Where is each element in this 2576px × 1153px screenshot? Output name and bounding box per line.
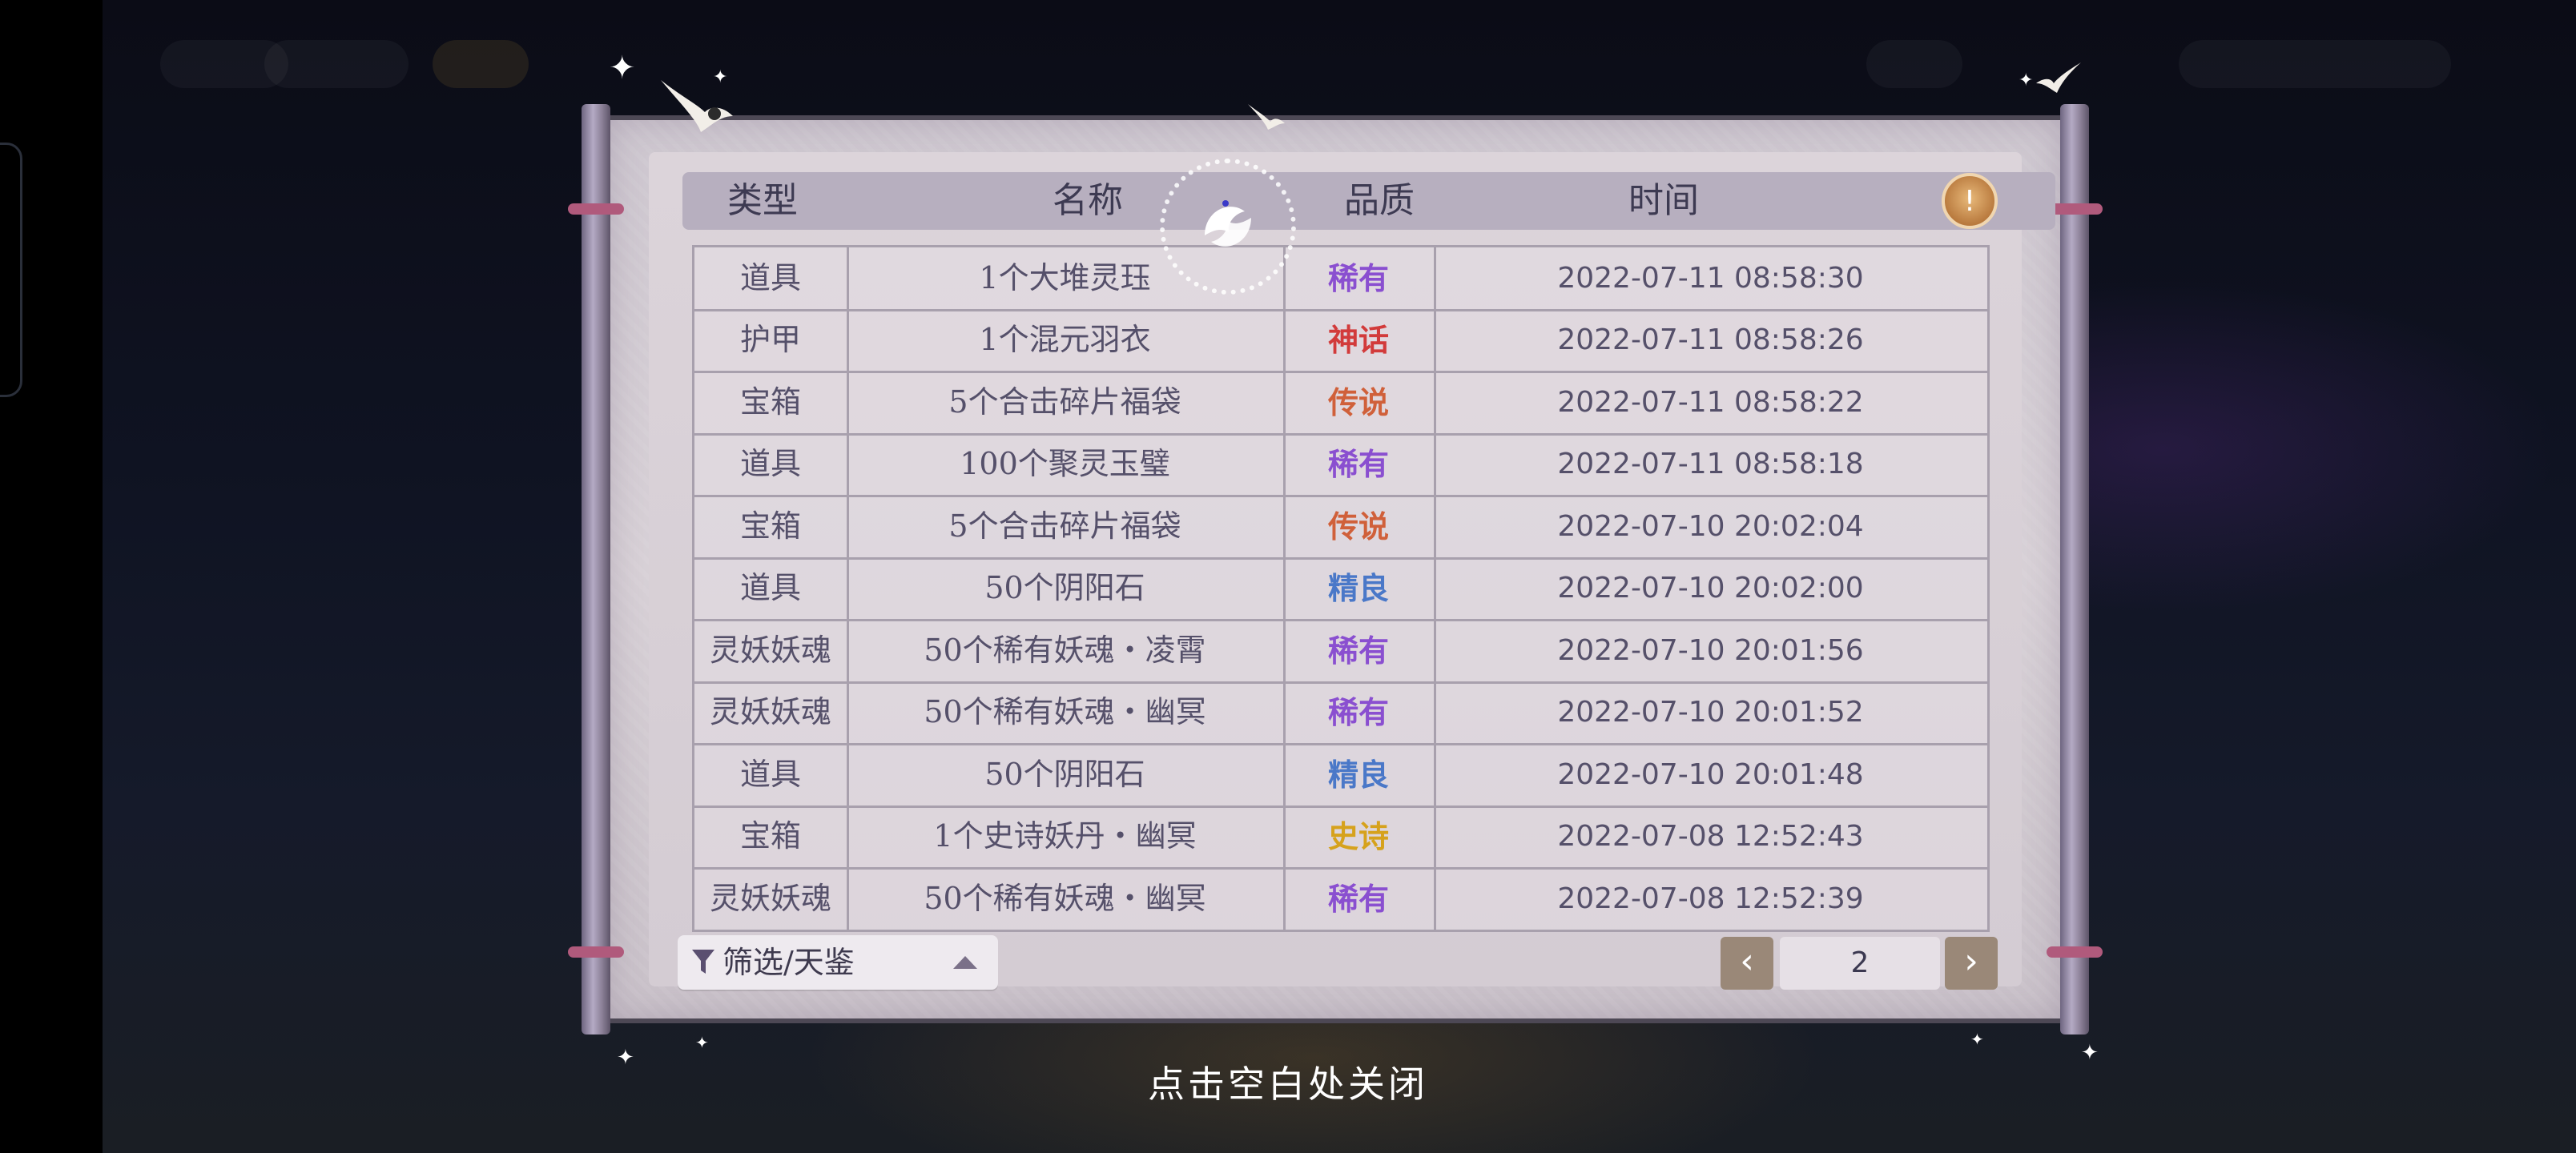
top-blur-5: [2179, 40, 2451, 88]
cell-quality: 精良: [1327, 570, 1389, 607]
cell-name: 50个稀有妖魂・凌霄: [924, 632, 1206, 668]
bird-icon: [2036, 62, 2081, 93]
cell-quality: 稀有: [1327, 260, 1389, 296]
table-row: 宝箱 5个合击碎片福袋 传说 2022-07-11 08:58:22: [694, 372, 1987, 436]
filter-button[interactable]: 筛选/天鉴: [678, 935, 998, 990]
game-screen[interactable]: 类型 名称 品质 时间 ! 道具 1个大堆灵珏 稀有 2022-07-11 08:58…: [0, 0, 2576, 1153]
header-type: 类型: [727, 180, 798, 221]
left-edge-bar: [0, 0, 103, 1153]
side-handle[interactable]: [0, 143, 22, 397]
chevron-up-icon: [953, 956, 977, 969]
sparkle-icon: ✦: [695, 1033, 709, 1052]
bird-icon: [1248, 104, 1285, 130]
cell-time: 2022-07-10 20:01:52: [1557, 696, 1864, 729]
cell-quality: 稀有: [1327, 632, 1389, 669]
cell-quality: 精良: [1327, 756, 1389, 793]
scroll-rod-left: [568, 104, 624, 1034]
cell-name: 5个合击碎片福袋: [948, 384, 1181, 420]
cell-quality: 神话: [1327, 322, 1389, 359]
cell-name: 1个混元羽衣: [979, 322, 1151, 358]
header-quality: 品质: [1344, 180, 1415, 221]
table-row: 道具 1个大堆灵珏 稀有 2022-07-11 08:58:30: [694, 247, 1987, 311]
cell-time: 2022-07-10 20:02:00: [1557, 572, 1864, 605]
cell-quality: 传说: [1327, 508, 1389, 544]
table-row: 宝箱 1个史诗妖丹・幽冥 史诗 2022-07-08 12:52:43: [694, 805, 1987, 870]
cell-time: 2022-07-08 12:52:43: [1557, 820, 1864, 854]
table-row: 灵妖妖魂 50个稀有妖魂・幽冥 稀有 2022-07-08 12:52:39: [694, 868, 1987, 930]
cell-type: 灵妖妖魂: [709, 632, 831, 668]
cell-type: 道具: [739, 446, 801, 482]
table-row: 道具 100个聚灵玉璧 稀有 2022-07-11 08:58:18: [694, 433, 1987, 498]
sparkle-icon: ✦: [2019, 70, 2034, 90]
next-page-button[interactable]: ›: [1945, 937, 1998, 990]
cell-time: 2022-07-11 08:58:22: [1557, 385, 1864, 419]
cell-name: 50个阴阳石: [984, 756, 1145, 792]
hint-bulb-icon[interactable]: !: [1942, 173, 1998, 229]
cell-type: 道具: [739, 570, 801, 606]
cell-type: 宝箱: [739, 508, 801, 544]
koi-emblem-icon: [1160, 159, 1296, 295]
rod-knob: [568, 946, 624, 958]
cell-time: 2022-07-10 20:01:48: [1557, 757, 1864, 791]
cell-type: 灵妖妖魂: [709, 880, 831, 916]
prev-page-button[interactable]: ‹: [1721, 937, 1773, 990]
cell-name: 100个聚灵玉璧: [960, 446, 1170, 482]
record-table: 道具 1个大堆灵珏 稀有 2022-07-11 08:58:30 护甲 1个混元羽衣 神话 2…: [692, 245, 1990, 932]
cell-quality: 传说: [1327, 384, 1389, 420]
scroll-rod-right: [2047, 104, 2103, 1034]
filter-icon: [692, 950, 714, 974]
cell-time: 2022-07-11 08:58:30: [1557, 262, 1864, 295]
cell-type: 宝箱: [739, 384, 801, 420]
cell-type: 护甲: [739, 322, 801, 358]
table-row: 宝箱 5个合击碎片福袋 传说 2022-07-10 20:02:04: [694, 496, 1987, 560]
table-header: 类型 名称 品质 时间: [682, 172, 2055, 230]
filter-label: 筛选/天鉴: [722, 945, 855, 980]
cell-type: 宝箱: [739, 818, 801, 854]
cell-name: 50个稀有妖魂・幽冥: [924, 694, 1206, 730]
header-time: 时间: [1628, 180, 1699, 221]
table-row: 道具 50个阴阳石 精良 2022-07-10 20:02:00: [694, 557, 1987, 622]
table-row: 灵妖妖魂 50个稀有妖魂・幽冥 稀有 2022-07-10 20:01:52: [694, 681, 1987, 746]
sparkle-icon: ✦: [609, 50, 636, 86]
table-row: 灵妖妖魂 50个稀有妖魂・凌霄 稀有 2022-07-10 20:01:56: [694, 620, 1987, 684]
sparkle-icon: ✦: [617, 1046, 634, 1070]
cell-time: 2022-07-11 08:58:18: [1557, 448, 1864, 481]
cell-time: 2022-07-08 12:52:39: [1557, 882, 1864, 915]
cell-type: 灵妖妖魂: [709, 694, 831, 730]
cell-type: 道具: [739, 260, 801, 295]
top-blur-4: [1866, 40, 1962, 88]
cell-type: 道具: [739, 756, 801, 792]
close-hint-text: 点击空白处关闭: [1148, 1063, 1428, 1106]
cell-time: 2022-07-11 08:58:26: [1557, 323, 1864, 357]
table-row: 护甲 1个混元羽衣 神话 2022-07-11 08:58:26: [694, 309, 1987, 374]
cell-name: 50个阴阳石: [984, 570, 1145, 606]
cell-quality: 稀有: [1327, 880, 1389, 917]
cell-quality: 史诗: [1327, 818, 1389, 855]
page-number: 2: [1780, 937, 1940, 990]
cell-name: 50个稀有妖魂・幽冥: [924, 880, 1206, 916]
sparkle-icon: ✦: [713, 67, 728, 87]
cell-name: 1个史诗妖丹・幽冥: [933, 818, 1197, 854]
rod-knob: [2047, 946, 2103, 958]
sparkle-icon: ✦: [2081, 1041, 2099, 1065]
table-row: 道具 50个阴阳石 精良 2022-07-10 20:01:48: [694, 744, 1987, 808]
cell-quality: 稀有: [1327, 446, 1389, 483]
cell-time: 2022-07-10 20:01:56: [1557, 633, 1864, 667]
cell-name: 5个合击碎片福袋: [948, 508, 1181, 544]
cell-quality: 稀有: [1327, 694, 1389, 731]
cell-time: 2022-07-10 20:02:04: [1557, 509, 1864, 543]
top-blur-2: [264, 40, 409, 88]
top-blur-3: [433, 40, 529, 88]
rod-knob: [568, 203, 624, 215]
sparkle-icon: ✦: [1970, 1030, 1984, 1049]
